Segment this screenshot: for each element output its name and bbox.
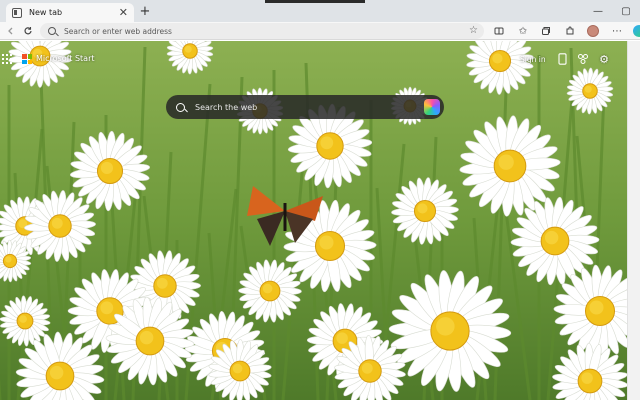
sign-in-link[interactable]: Sign in — [520, 55, 546, 64]
window-controls: — ▢ — [584, 0, 640, 22]
titlebar-dark-strip — [265, 0, 365, 3]
copilot-icon[interactable] — [633, 25, 640, 37]
search-icon — [48, 27, 56, 35]
address-input[interactable] — [64, 26, 444, 36]
web-search-input[interactable] — [195, 102, 415, 112]
apps-grid-icon[interactable] — [2, 54, 12, 64]
tab-strip: New tab ✕ + — ▢ — [0, 0, 640, 22]
new-tab-favicon-icon — [12, 7, 22, 18]
minimize-button[interactable]: — — [584, 0, 612, 22]
collections-icon[interactable] — [539, 24, 553, 38]
phone-icon[interactable] — [555, 52, 569, 66]
microsoft-logo — [22, 54, 32, 64]
avatar[interactable] — [587, 25, 599, 37]
search-icon — [176, 102, 185, 112]
brand-title[interactable]: Microsoft Start — [36, 54, 95, 63]
extensions-icon[interactable] — [563, 24, 577, 38]
address-bar[interactable]: ☆ — [40, 23, 484, 39]
new-tab-button[interactable]: + — [137, 3, 153, 19]
page-scrollbar[interactable] — [627, 41, 640, 400]
split-screen-icon[interactable] — [492, 24, 506, 38]
tab-close-icon[interactable]: ✕ — [119, 7, 128, 18]
favorites-icon[interactable]: ✩ — [516, 24, 530, 38]
tab-title: New tab — [29, 8, 63, 17]
rewards-icon[interactable] — [576, 52, 590, 66]
back-icon[interactable] — [4, 24, 18, 38]
refresh-icon[interactable] — [21, 24, 35, 38]
copilot-icon[interactable] — [424, 99, 440, 115]
browser-toolbar: ☆ ✩ ⋯ — [0, 22, 640, 40]
tab-new-tab[interactable]: New tab ✕ — [6, 3, 134, 22]
maximize-button[interactable]: ▢ — [612, 0, 640, 22]
web-search-box[interactable] — [166, 95, 444, 119]
star-icon[interactable]: ☆ — [469, 25, 478, 36]
settings-gear-icon[interactable]: ⚙ — [597, 52, 611, 66]
more-icon[interactable]: ⋯ — [610, 24, 624, 38]
